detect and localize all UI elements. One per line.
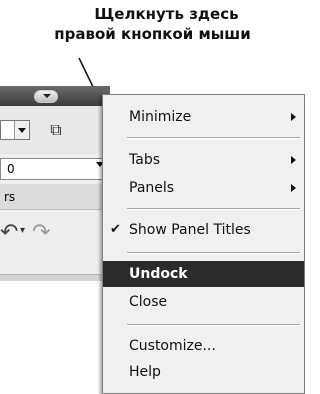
menu-item-close[interactable]: Close [103, 289, 304, 315]
menu-item-label: Minimize [129, 109, 192, 125]
application-panel: ⧉ 0 rs ↶ ▾ ↷ [0, 86, 110, 386]
undo-toolbar: ↶ ▾ ↷ [0, 210, 110, 274]
toolbar-dropdown[interactable] [0, 120, 30, 140]
menu-item-label: Help [129, 364, 161, 380]
menu-item-label: Show Panel Titles [129, 222, 251, 238]
menu-item-show-panel-titles[interactable]: ✔ Show Panel Titles [103, 217, 304, 243]
menu-item-label: Undock [129, 266, 188, 282]
menu-item-label: Panels [129, 180, 175, 196]
number-input[interactable]: 0 [0, 158, 110, 180]
menu-separator [127, 252, 300, 254]
panel-bottom-strip [0, 274, 110, 281]
undo-icon[interactable]: ↶ [0, 220, 18, 245]
menu-item-panels[interactable]: Panels [103, 175, 304, 201]
submenu-arrow-icon [291, 184, 296, 192]
menu-separator [127, 208, 300, 210]
submenu-arrow-icon [291, 156, 296, 164]
chevron-down-icon[interactable] [14, 121, 29, 139]
toolbar-row: ⧉ [0, 106, 110, 155]
menu-item-label: Customize... [129, 338, 216, 354]
panel-tab[interactable]: rs [0, 184, 110, 210]
menu-item-undock[interactable]: Undock [103, 261, 304, 287]
menu-separator [127, 137, 300, 139]
menu-item-label: Close [129, 294, 168, 310]
menu-item-minimize[interactable]: Minimize [103, 104, 304, 130]
value-row: 0 [0, 154, 110, 185]
layer-edit-icon[interactable]: ⧉ [46, 120, 66, 140]
context-menu: Minimize Tabs Panels ✔ Show Panel Titles… [102, 94, 305, 394]
menu-item-label: Tabs [129, 152, 160, 168]
menu-separator [127, 324, 300, 326]
menu-item-help[interactable]: Help [103, 359, 304, 385]
panel-title-bar[interactable] [0, 86, 110, 106]
menu-item-tabs[interactable]: Tabs [103, 147, 304, 173]
panel-menu-button[interactable] [34, 90, 58, 103]
redo-icon[interactable]: ↷ [32, 220, 50, 245]
undo-dropdown-icon[interactable]: ▾ [20, 225, 25, 236]
checkmark-icon: ✔ [110, 222, 121, 237]
submenu-arrow-icon [291, 113, 296, 121]
menu-item-customize[interactable]: Customize... [103, 333, 304, 359]
